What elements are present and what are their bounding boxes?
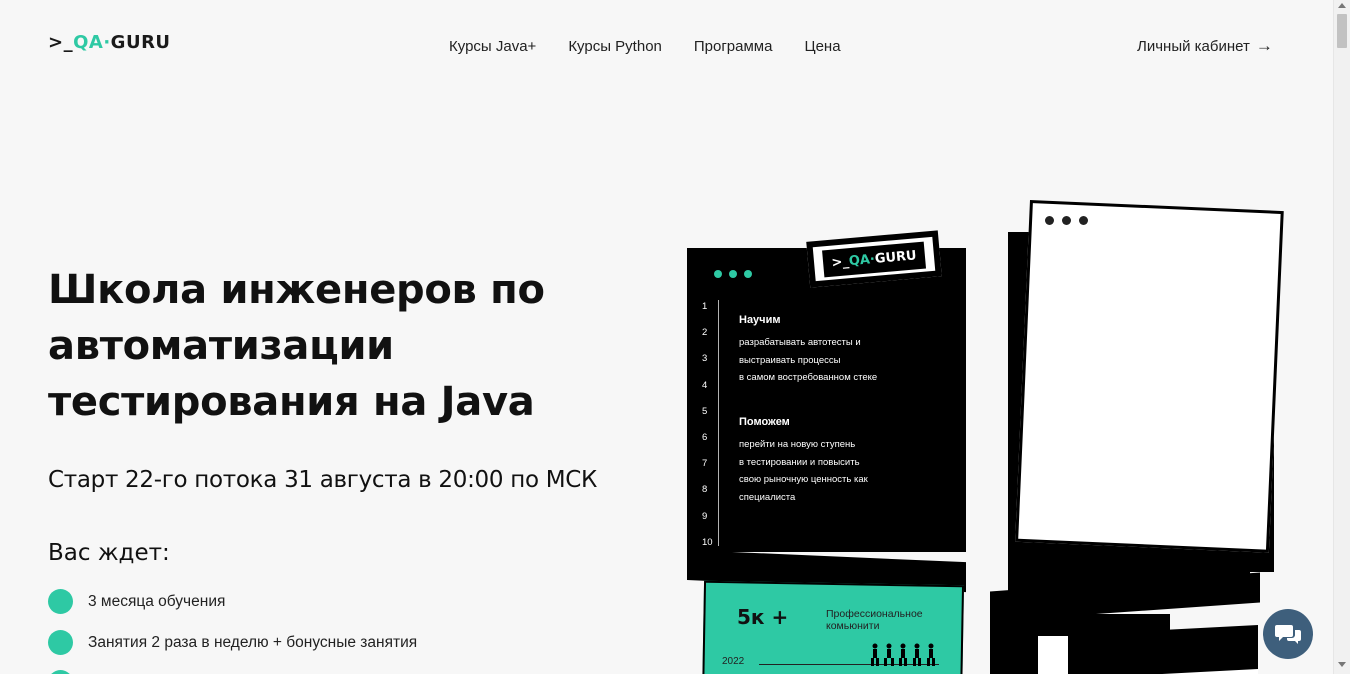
teach-line: разрабатывать автотесты и [739, 337, 861, 348]
window-dots-icon [1045, 216, 1088, 225]
personal-account-label: Личный кабинет [1137, 37, 1250, 55]
line-numbers: 1 2 3 4 5 6 7 8 9 10 [702, 294, 713, 556]
help-block: Поможем перейти на новую ступень в тести… [739, 416, 868, 506]
help-heading: Поможем [739, 416, 790, 428]
benefits-title: Вас ждет: [48, 540, 170, 566]
bullet-dot-icon [48, 630, 73, 655]
browser-window [1015, 200, 1284, 553]
scroll-up-arrow-icon[interactable] [1338, 3, 1346, 8]
bullet-dot-icon [48, 589, 73, 614]
line-number: 4 [702, 379, 708, 391]
nav-program[interactable]: Программа [694, 38, 773, 55]
help-line: перейти на новую ступень [739, 439, 856, 450]
help-line: специалиста [739, 491, 796, 503]
logo[interactable]: >_QA·GURU [48, 32, 171, 53]
benefit-item [48, 670, 73, 674]
window-dots-icon [714, 270, 752, 278]
benefit-text: Занятия 2 раза в неделю + бонусные занят… [88, 633, 418, 651]
code-editor-card [687, 248, 966, 552]
help-line: в тестировании и повысить [739, 456, 860, 468]
logo-prefix: >_ [48, 32, 74, 53]
benefit-text: 3 месяца обучения [88, 592, 226, 610]
gutter-divider [718, 300, 719, 546]
line-number: 10 [702, 536, 713, 548]
badge-accent: QA [848, 251, 871, 269]
help-line: свою рыночную ценность как [739, 474, 868, 485]
line-number: 3 [702, 353, 708, 365]
line-number: 7 [702, 458, 708, 470]
teach-block: Научим разрабатывать автотесты и выстраи… [739, 314, 877, 387]
benefit-item: Занятия 2 раза в неделю + бонусные занят… [48, 630, 417, 655]
community-count: 5к + [737, 605, 789, 629]
scrollbar-thumb[interactable] [1337, 14, 1347, 48]
community-label-line: комьюнити [826, 620, 880, 632]
community-year: 2022 [722, 656, 745, 667]
logo-sep: · [103, 32, 111, 53]
teach-line: в самом востребованном стеке [739, 372, 878, 383]
badge-suffix: GURU [874, 247, 918, 267]
stream-start-info: Старт 22-го потока 31 августа в 20:00 по… [48, 467, 598, 493]
personal-account-link[interactable]: Личный кабинет → [1137, 36, 1273, 56]
line-number: 2 [702, 327, 708, 339]
chat-button[interactable] [1263, 609, 1313, 659]
logo-accent: QA [73, 32, 104, 53]
badge-prefix: >_ [830, 253, 850, 271]
nav-price[interactable]: Цена [804, 38, 840, 55]
people-icon [869, 642, 939, 673]
chat-bubbles-icon [1275, 625, 1301, 644]
teach-line: выстраивать процессы [739, 354, 841, 366]
nav-java-courses[interactable]: Курсы Java+ [449, 38, 536, 55]
bullet-dot-icon [48, 670, 73, 674]
community-label: Профессиональное комьюнити [826, 608, 923, 632]
line-number: 8 [702, 484, 708, 496]
nav-python-courses[interactable]: Курсы Python [568, 38, 662, 55]
teach-heading: Научим [739, 314, 781, 326]
benefit-item: 3 месяца обучения [48, 589, 225, 614]
scroll-down-arrow-icon[interactable] [1338, 662, 1346, 667]
arrow-right-icon: → [1255, 36, 1273, 55]
line-number: 9 [702, 510, 708, 522]
hero-illustration: >_QA·GURU 1 2 3 4 5 6 7 8 9 10 Научим ра… [686, 190, 1333, 674]
line-number: 1 [702, 301, 708, 312]
line-number: 5 [702, 405, 708, 417]
page-scrollbar[interactable] [1333, 0, 1350, 674]
line-number: 6 [702, 432, 708, 444]
community-label-line: Профессиональное [826, 608, 923, 620]
hero-title: Школа инженеров по автоматизации тестиро… [48, 267, 545, 425]
main-nav: Курсы Java+ Курсы Python Программа Цена [449, 38, 841, 55]
site-header: >_QA·GURU Курсы Java+ Курсы Python Прогр… [0, 0, 1333, 90]
logo-suffix: GURU [110, 32, 171, 53]
